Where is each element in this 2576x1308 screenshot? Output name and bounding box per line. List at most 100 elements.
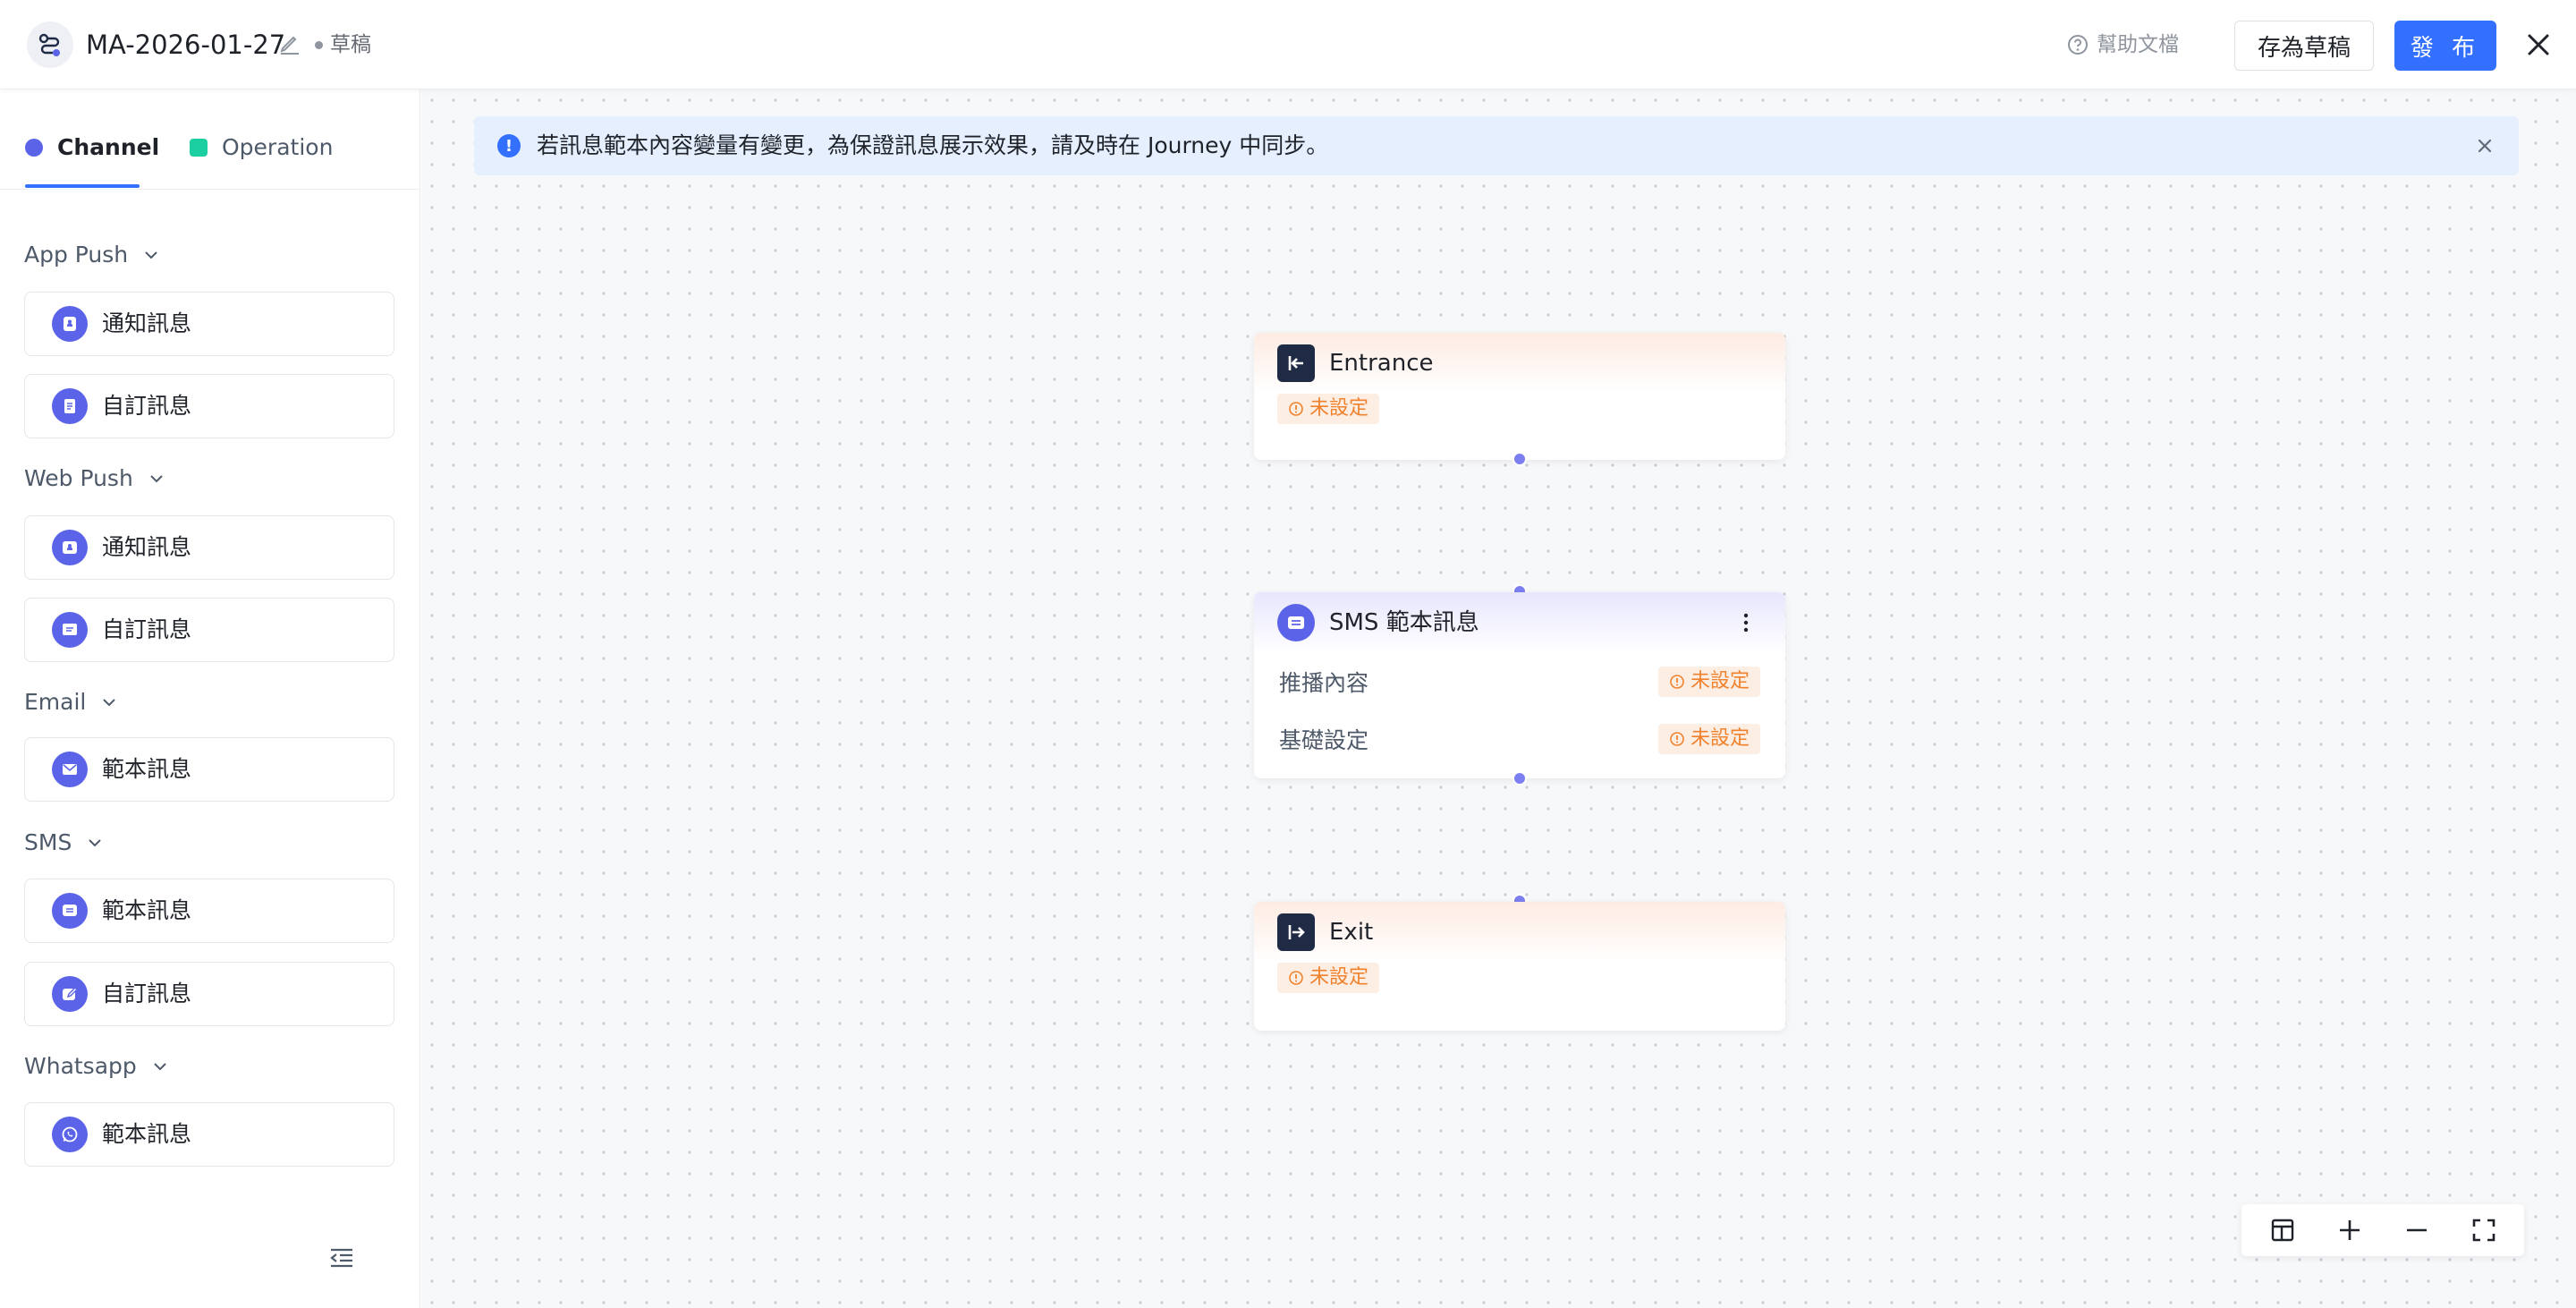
mail-icon (52, 752, 88, 787)
group-email[interactable]: Email (24, 687, 118, 718)
palette-item-sms-custom[interactable]: 自訂訊息 (24, 962, 394, 1026)
entrance-output-port[interactable] (1513, 452, 1527, 466)
info-banner: ! 若訊息範本內容變量有變更，為保證訊息展示效果，請及時在 Journey 中同… (474, 116, 2519, 175)
help-icon (2068, 35, 2088, 55)
exit-node-header: Exit (1254, 902, 1785, 963)
sms-template-node[interactable]: SMS 範本訊息 推播內容 未設定 基礎設定 未設定 (1254, 592, 1785, 778)
entrance-status-label: 未設定 (1309, 397, 1369, 420)
group-app-push[interactable]: App Push (24, 240, 160, 270)
exit-icon (1277, 913, 1315, 951)
help-docs-link[interactable]: 幫助文檔 (2066, 30, 2179, 59)
tab-channel[interactable]: Channel (25, 132, 159, 163)
chat-icon (52, 893, 88, 929)
status-label: 草稿 (330, 33, 371, 56)
palette-item-label: 通知訊息 (102, 310, 192, 336)
chevron-down-icon (150, 475, 163, 483)
edit-chat-icon (52, 976, 88, 1012)
edit-title-icon[interactable] (277, 32, 302, 57)
exit-node-title: Exit (1329, 919, 1374, 946)
warning-icon (1289, 971, 1303, 985)
sms-basic-settings-row[interactable]: 基礎設定 未設定 (1279, 710, 1760, 768)
close-icon[interactable] (2522, 29, 2555, 61)
page-title: MA-2026-01-27 (86, 30, 286, 60)
entrance-icon (1277, 344, 1315, 382)
save-draft-button[interactable]: 存為草稿 (2234, 21, 2374, 71)
canvas-toolbar (2241, 1204, 2524, 1256)
more-options-icon[interactable] (1742, 610, 1750, 635)
tab-operation[interactable]: Operation (190, 132, 333, 163)
bell-icon (52, 306, 88, 342)
sms-basic-settings-label: 基礎設定 (1279, 727, 1369, 753)
fullscreen-icon[interactable] (2466, 1212, 2502, 1248)
zoom-in-icon[interactable] (2332, 1212, 2368, 1248)
help-docs-label: 幫助文檔 (2097, 33, 2179, 56)
status-badge: 草稿 (315, 30, 371, 59)
chevron-down-icon (89, 839, 102, 847)
palette-item-email-template[interactable]: 範本訊息 (24, 737, 394, 802)
group-web-push-title: Web Push (24, 465, 133, 491)
chevron-down-icon (103, 699, 116, 707)
publish-button[interactable]: 發 布 (2394, 21, 2496, 71)
tab-operation-label: Operation (222, 134, 334, 160)
message-icon (52, 612, 88, 648)
sms-content-status-badge: 未設定 (1657, 667, 1760, 697)
banner-text: 若訊息範本內容變量有變更，為保證訊息展示效果，請及時在 Journey 中同步。 (537, 132, 1329, 158)
warning-icon (1289, 402, 1303, 416)
entrance-node-title: Entrance (1329, 350, 1434, 377)
zoom-out-icon[interactable] (2399, 1212, 2435, 1248)
chevron-down-icon (154, 1063, 166, 1071)
palette-item-web-push-notification[interactable]: 通知訊息 (24, 515, 394, 580)
palette-item-sms-template[interactable]: 範本訊息 (24, 879, 394, 943)
palette-tabs: Channel Operation (0, 89, 420, 190)
palette-item-whatsapp-template[interactable]: 範本訊息 (24, 1102, 394, 1167)
palette-item-label: 自訂訊息 (102, 616, 192, 642)
sms-node-title: SMS 範本訊息 (1329, 609, 1479, 636)
sms-content-status-label: 未設定 (1690, 670, 1750, 692)
palette-item-label: 範本訊息 (102, 897, 192, 923)
status-dot (315, 40, 323, 49)
active-tab-indicator (25, 184, 140, 188)
chat-icon (1277, 604, 1315, 641)
node-palette-sidebar: Channel Operation App Push 通知訊息 自訂訊息 Web… (0, 89, 420, 1308)
document-icon (52, 388, 88, 424)
info-icon: ! (497, 134, 521, 157)
sms-content-label: 推播內容 (1279, 670, 1369, 696)
palette-item-web-push-custom[interactable]: 自訂訊息 (24, 598, 394, 662)
palette-item-label: 範本訊息 (102, 756, 192, 782)
palette-item-label: 自訂訊息 (102, 981, 192, 1006)
bell-icon (52, 530, 88, 565)
auto-layout-icon[interactable] (2265, 1212, 2301, 1248)
top-bar: MA-2026-01-27 草稿 幫助文檔 存為草稿 發 布 (0, 0, 2576, 89)
whatsapp-icon (52, 1117, 88, 1152)
sms-basic-settings-status-badge: 未設定 (1657, 724, 1760, 754)
group-sms-title: SMS (24, 829, 72, 855)
exit-status-badge: 未設定 (1277, 963, 1380, 993)
warning-icon (1670, 732, 1684, 746)
palette-item-label: 自訂訊息 (102, 393, 192, 419)
collapse-sidebar-icon[interactable] (327, 1244, 356, 1272)
exit-status-label: 未設定 (1309, 966, 1369, 989)
palette-item-label: 範本訊息 (102, 1121, 192, 1147)
channel-dot-icon (25, 139, 43, 157)
entrance-status-badge: 未設定 (1277, 394, 1380, 424)
warning-icon (1670, 675, 1684, 689)
exit-node[interactable]: Exit 未設定 (1254, 902, 1785, 1031)
palette-item-app-push-notification[interactable]: 通知訊息 (24, 292, 394, 356)
sms-output-port[interactable] (1513, 771, 1527, 786)
sms-content-row[interactable]: 推播內容 未設定 (1279, 653, 1760, 710)
tab-channel-label: Channel (57, 134, 160, 160)
entrance-node[interactable]: Entrance 未設定 (1254, 333, 1785, 460)
journey-flow-icon (27, 21, 73, 68)
sms-node-header: SMS 範本訊息 (1254, 592, 1785, 653)
group-whatsapp-title: Whatsapp (24, 1053, 137, 1079)
group-app-push-title: App Push (24, 242, 129, 268)
group-email-title: Email (24, 689, 87, 715)
operation-dot-icon (190, 139, 208, 157)
group-whatsapp[interactable]: Whatsapp (24, 1051, 169, 1082)
group-sms[interactable]: SMS (24, 828, 104, 858)
group-web-push[interactable]: Web Push (24, 463, 165, 494)
palette-item-label: 通知訊息 (102, 534, 192, 560)
palette-item-app-push-custom[interactable]: 自訂訊息 (24, 374, 394, 438)
banner-close-icon[interactable] (2472, 133, 2497, 158)
entrance-node-header: Entrance (1254, 333, 1785, 394)
